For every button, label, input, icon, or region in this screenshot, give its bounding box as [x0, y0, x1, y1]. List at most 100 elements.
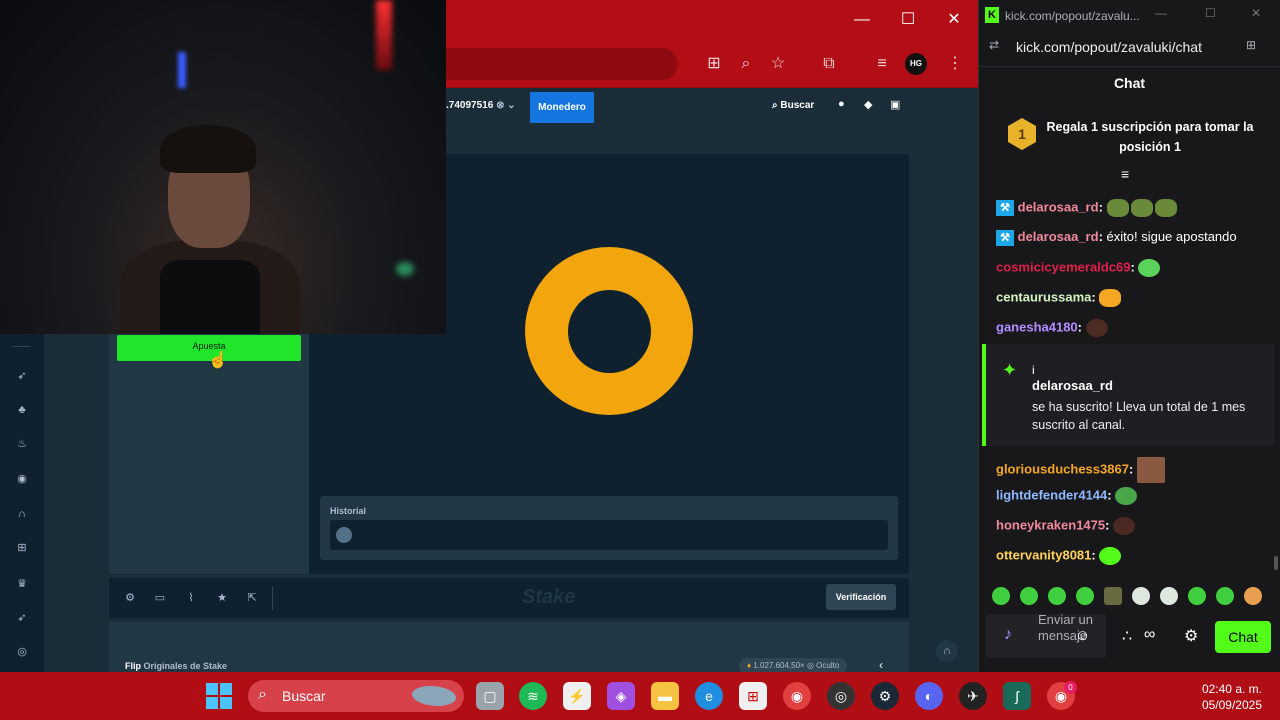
gift-icon[interactable]: ⊞ — [12, 538, 32, 558]
stats-icon[interactable]: ⌇ — [182, 590, 200, 606]
moderator-icon: ⚒ — [996, 229, 1014, 246]
chat-header: Chat — [979, 66, 1280, 100]
chat-message: honeykraken1475: — [996, 517, 1137, 535]
emote[interactable] — [1048, 587, 1066, 605]
browser-toolbar: ⊞ ⌕ ☆ ⧉ ≡ HG ⋮ — [446, 40, 978, 88]
emote[interactable] — [1104, 587, 1122, 605]
emote[interactable] — [992, 587, 1010, 605]
chrome-icon[interactable]: ◉ — [783, 682, 811, 710]
zoom-icon[interactable]: ⌕ — [732, 50, 760, 78]
extensions-icon[interactable]: ⧉ — [815, 50, 843, 78]
emote[interactable] — [1244, 587, 1262, 605]
copilot-icon[interactable]: ◈ — [607, 682, 635, 710]
crown-icon[interactable]: ♛ — [12, 574, 32, 594]
kick-window-title: kick.com/popout/zavalu... — [1005, 9, 1140, 23]
chip-icon[interactable]: ◉ — [12, 469, 32, 489]
profile-avatar[interactable]: HG — [905, 53, 927, 75]
app-icon[interactable]: ⚡ — [563, 682, 591, 710]
verification-button[interactable]: Verificación — [826, 584, 896, 610]
fire-icon[interactable]: ♨ — [12, 434, 32, 454]
media-icon[interactable]: ≡ — [868, 50, 896, 78]
emoji-icon[interactable]: ☺ — [1075, 627, 1090, 644]
search-button[interactable]: ⌕ Buscar — [772, 100, 814, 111]
games-icon[interactable]: ♣ — [12, 400, 32, 420]
kick-urlbar[interactable]: ⇄ kick.com/popout/zavaluki/chat ⊞ — [979, 32, 1280, 62]
close-button[interactable]: ✕ — [936, 4, 972, 36]
store-icon[interactable]: ⊞ — [739, 682, 767, 710]
chat-icon[interactable]: ▣ — [890, 98, 900, 111]
emote[interactable] — [1160, 587, 1178, 605]
file-explorer-icon[interactable]: ▬ — [651, 682, 679, 710]
kick-url: kick.com/popout/zavaluki/chat — [1016, 39, 1202, 55]
maximize-button[interactable]: ☐ — [1205, 6, 1216, 20]
translate-icon[interactable]: ⊞ — [700, 50, 728, 78]
emote[interactable] — [1216, 587, 1234, 605]
wallet-button[interactable]: Monedero — [530, 92, 594, 123]
taskbar-search[interactable]: ⌕ Buscar — [248, 680, 464, 712]
translate-icon[interactable]: ⊞ — [1246, 38, 1256, 52]
minimize-button[interactable]: — — [1155, 6, 1167, 20]
rocket-icon[interactable]: ➶ — [12, 608, 32, 628]
steam-icon[interactable]: ⚙ — [871, 682, 899, 710]
history-item — [336, 527, 352, 543]
sub-notice-text: se ha suscrito! Lleva un total de 1 mes … — [1032, 400, 1246, 432]
divider — [272, 586, 273, 610]
notification-badge: 0 — [1064, 681, 1077, 694]
app-icon[interactable]: ʃ — [1003, 682, 1031, 710]
bookmark-star-icon[interactable]: ☆ — [764, 50, 792, 78]
notifications-icon[interactable]: ◆ — [864, 98, 872, 111]
task-view-icon[interactable]: ▢ — [476, 682, 504, 710]
history-label: Historial — [330, 506, 367, 516]
infinity-icon[interactable]: ∞ — [1144, 626, 1155, 644]
emote[interactable] — [1076, 587, 1094, 605]
emote — [1154, 199, 1177, 217]
address-bar[interactable] — [446, 48, 678, 80]
emote[interactable] — [1020, 587, 1038, 605]
chat-message: centaurussama: — [996, 289, 1123, 307]
search-icon: ⌕ — [258, 686, 267, 703]
globe-icon[interactable]: ◎ — [12, 642, 32, 662]
headset-icon[interactable]: ∩ — [12, 504, 32, 524]
app-icon[interactable]: ✈ — [959, 682, 987, 710]
maximize-button[interactable]: ☐ — [890, 4, 926, 36]
star-icon[interactable]: ★ — [213, 590, 231, 606]
discord-icon[interactable]: ◐ — [915, 682, 943, 710]
emote[interactable] — [1188, 587, 1206, 605]
menu-icon[interactable]: ⋮ — [941, 50, 969, 78]
emote[interactable] — [1132, 587, 1150, 605]
sub-notice-user: delarosaa_rd — [1032, 378, 1113, 393]
emote — [1115, 487, 1138, 505]
points-icon[interactable]: ∴ — [1122, 626, 1132, 646]
chat-message: ⚒ delarosaa_rd: — [996, 199, 1179, 217]
gear-icon[interactable]: ⚙ — [1184, 626, 1198, 646]
scrollbar[interactable] — [1274, 556, 1278, 570]
minimize-button[interactable]: — — [844, 4, 880, 36]
stake-sidebar: ➶ ♣ ♨ ◉ ∩ ⊞ ♛ ➶ ◎ — [0, 334, 44, 672]
moderator-icon: ⚒ — [996, 200, 1014, 216]
rocket-icon[interactable]: ➶ — [12, 366, 32, 386]
user-icon[interactable]: ● — [838, 98, 845, 110]
emote — [1099, 289, 1122, 307]
edge-icon[interactable]: e — [695, 682, 723, 710]
chat-input[interactable]: ♪ Enviar un mensaje ☺ — [986, 612, 1106, 658]
balance-display[interactable]: .74097516 ⊗ ⌄ — [446, 100, 516, 111]
emote — [1085, 319, 1108, 337]
collapse-icon[interactable]: ≡ — [1121, 166, 1129, 182]
screen-icon[interactable]: ▭ — [151, 590, 169, 606]
spotify-icon[interactable]: ≋ — [519, 682, 547, 710]
chat-message: lightdefender4144: — [996, 487, 1139, 505]
chat-send-button[interactable]: Chat — [1215, 621, 1271, 653]
gear-icon[interactable]: ⚙ — [121, 590, 139, 606]
emote — [1099, 547, 1122, 565]
gift-subscription-prompt[interactable]: Regala 1 suscripción para tomar la posic… — [1042, 117, 1258, 157]
chevron-left-icon[interactable]: ‹ — [879, 658, 883, 672]
popout-icon[interactable]: ⇱ — [243, 590, 261, 606]
emote — [1136, 457, 1165, 483]
obs-icon[interactable]: ◎ — [827, 682, 855, 710]
system-clock[interactable]: 02:40 a. m. 05/09/2025 — [1180, 681, 1262, 713]
support-icon[interactable]: ∩ — [936, 640, 958, 662]
windows-start-icon[interactable] — [206, 683, 232, 709]
microphone-icon[interactable]: ♪ — [1004, 626, 1012, 644]
close-button[interactable]: ✕ — [1251, 6, 1261, 20]
site-settings-icon[interactable]: ⇄ — [989, 38, 999, 52]
